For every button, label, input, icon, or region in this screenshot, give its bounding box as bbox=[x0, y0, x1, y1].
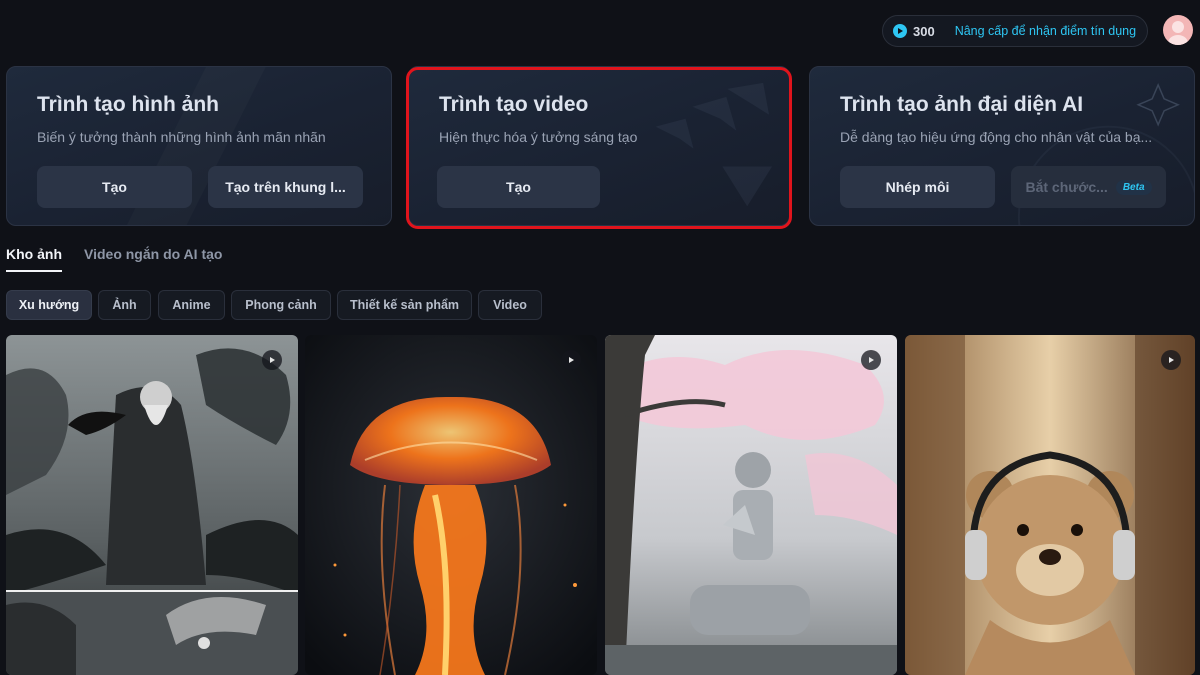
filter-product-design[interactable]: Thiết kế sản phẩm bbox=[337, 290, 472, 320]
dark-fantasy-image bbox=[6, 335, 298, 675]
create-image-button[interactable]: Tạo bbox=[37, 166, 192, 208]
card-title: Trình tạo video bbox=[439, 93, 589, 116]
video-generator-card: Trình tạo video Hiện thực hóa ý tưởng sá… bbox=[408, 66, 790, 226]
filter-photo[interactable]: Ảnh bbox=[98, 290, 151, 320]
play-icon bbox=[861, 350, 881, 370]
play-icon bbox=[262, 350, 282, 370]
create-video-button[interactable]: Tạo bbox=[437, 166, 600, 208]
tab-gallery[interactable]: Kho ảnh bbox=[6, 246, 62, 262]
gallery-item-dark-fantasy[interactable] bbox=[6, 335, 298, 675]
tab-active-indicator bbox=[6, 270, 62, 272]
filter-landscape[interactable]: Phong cảnh bbox=[231, 290, 331, 320]
gallery-item-fire-jellyfish[interactable] bbox=[305, 335, 597, 675]
mimic-label: Bắt chước... bbox=[1025, 179, 1108, 195]
image-generator-card: Trình tạo hình ảnh Biến ý tưởng thành nh… bbox=[6, 66, 392, 226]
gallery-item-teddy-bear[interactable] bbox=[905, 335, 1195, 675]
card-title: Trình tạo ảnh đại diện AI bbox=[840, 93, 1084, 116]
upgrade-link[interactable]: Nâng cấp để nhận điểm tín dụng bbox=[955, 24, 1136, 38]
filter-video[interactable]: Video bbox=[478, 290, 542, 320]
play-icon bbox=[561, 350, 581, 370]
filter-anime[interactable]: Anime bbox=[158, 290, 225, 320]
gallery-item-praying-robot[interactable] bbox=[605, 335, 897, 675]
credit-amount: 300 bbox=[913, 23, 935, 39]
play-circle-icon bbox=[893, 24, 907, 38]
beta-badge: Beta bbox=[1115, 179, 1152, 195]
card-description: Hiện thực hóa ý tưởng sáng tạo bbox=[439, 129, 638, 145]
mimic-button[interactable]: Bắt chước... Beta bbox=[1011, 166, 1166, 208]
ai-avatar-card: Trình tạo ảnh đại diện AI Dễ dàng tạo hi… bbox=[809, 66, 1195, 226]
card-description: Biến ý tưởng thành những hình ảnh mãn nh… bbox=[37, 129, 326, 145]
tab-ai-short-videos[interactable]: Video ngắn do AI tạo bbox=[84, 246, 222, 262]
avatar[interactable] bbox=[1163, 15, 1193, 45]
card-description: Dễ dàng tạo hiệu ứng động cho nhân vật c… bbox=[840, 129, 1153, 145]
lip-sync-button[interactable]: Nhép môi bbox=[840, 166, 995, 208]
filter-trending[interactable]: Xu hướng bbox=[6, 290, 92, 320]
fire-jellyfish-image bbox=[305, 335, 597, 675]
teddy-bear-image bbox=[905, 335, 1195, 675]
credits-pill[interactable]: 300 Nâng cấp để nhận điểm tín dụng bbox=[882, 15, 1148, 47]
praying-robot-image bbox=[605, 335, 897, 675]
create-on-canvas-button[interactable]: Tạo trên khung l... bbox=[208, 166, 363, 208]
card-title: Trình tạo hình ảnh bbox=[37, 93, 219, 116]
play-icon bbox=[1161, 350, 1181, 370]
